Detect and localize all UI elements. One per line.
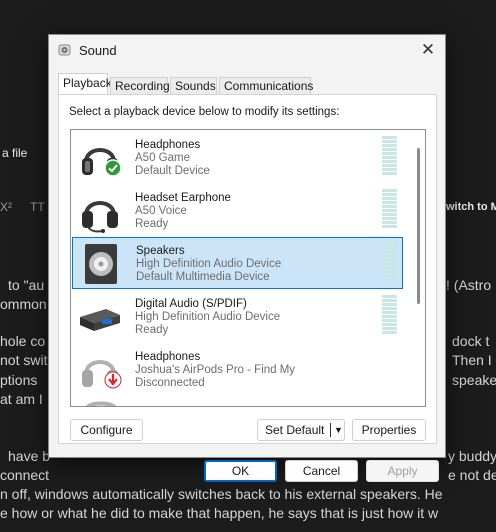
bg-text: at am I bbox=[0, 391, 43, 407]
default-check-icon bbox=[104, 159, 122, 177]
sound-dialog: Sound ✕ Playback Recording Sounds Commun… bbox=[48, 34, 446, 482]
apply-button[interactable]: Apply bbox=[366, 460, 439, 482]
headphones-icon bbox=[86, 401, 116, 406]
volume-meter bbox=[382, 295, 397, 337]
bg-text: speake bbox=[452, 372, 496, 388]
device-status: Default Device bbox=[135, 165, 210, 177]
bg-text: e how or what he did to make that happen… bbox=[0, 505, 439, 521]
configure-button[interactable]: Configure bbox=[70, 419, 143, 441]
headset-icon bbox=[82, 201, 118, 233]
chevron-down-icon[interactable]: ▼ bbox=[334, 420, 343, 440]
bg-text: ommon bbox=[0, 296, 47, 312]
bg-text: a file bbox=[2, 146, 28, 160]
dialog-title: Sound bbox=[79, 43, 117, 58]
list-scrollbar[interactable] bbox=[417, 148, 420, 304]
title-bar[interactable]: Sound ✕ bbox=[49, 35, 445, 65]
device-name: Speakers bbox=[136, 245, 185, 257]
sound-app-icon bbox=[58, 44, 71, 56]
set-default-split-button[interactable]: Set Default ▼ bbox=[257, 419, 345, 441]
bg-toolbar-icon: TT bbox=[30, 200, 45, 214]
split-divider bbox=[330, 423, 331, 437]
bg-text: to "au bbox=[8, 277, 45, 293]
bg-text: y buddy bbox=[448, 448, 496, 464]
device-status: Ready bbox=[135, 218, 169, 230]
bg-text: e not de bbox=[448, 467, 496, 483]
device-description: High Definition Audio Device bbox=[135, 311, 281, 323]
device-name: Headphones bbox=[135, 351, 201, 363]
tab-sounds[interactable]: Sounds bbox=[170, 77, 217, 95]
ok-button[interactable]: OK bbox=[204, 460, 277, 482]
device-status: Disconnected bbox=[135, 377, 205, 389]
tab-playback[interactable]: Playback bbox=[58, 73, 112, 95]
playback-panel: Select a playback device below to modify… bbox=[58, 94, 437, 444]
digital-audio-icon bbox=[80, 309, 120, 331]
bg-text: witch to M bbox=[446, 201, 496, 213]
bg-text: have b bbox=[8, 448, 51, 464]
device-list[interactable]: Headphones A50 Game Default Device Heads… bbox=[70, 129, 426, 407]
device-name: Headset Earphone bbox=[135, 192, 231, 204]
device-description: Joshua's AirPods Pro - Find My bbox=[135, 364, 296, 376]
device-name: Digital Audio (S/PDIF) bbox=[135, 298, 247, 310]
device-status: Default Multimedia Device bbox=[136, 271, 270, 283]
properties-button[interactable]: Properties bbox=[352, 419, 426, 441]
bg-text: not swit bbox=[0, 352, 48, 368]
device-item-speakers[interactable]: Speakers High Definition Audio Device De… bbox=[72, 237, 403, 289]
set-default-label: Set Default bbox=[265, 423, 325, 437]
cancel-button[interactable]: Cancel bbox=[285, 460, 358, 482]
device-item-headphones-a50[interactable]: Headphones A50 Game Default Device bbox=[72, 132, 403, 183]
speaker-icon bbox=[85, 244, 117, 284]
volume-meter bbox=[383, 242, 398, 284]
bg-text: n off, windows automatically switches ba… bbox=[0, 486, 443, 502]
disconnected-arrow-icon bbox=[104, 371, 122, 389]
device-description: High Definition Audio Device bbox=[136, 258, 282, 270]
device-description: A50 Voice bbox=[135, 205, 187, 217]
device-status: Ready bbox=[135, 324, 169, 336]
close-button[interactable]: ✕ bbox=[417, 40, 439, 60]
bg-text: ! (Astro bbox=[446, 277, 492, 293]
tab-recording[interactable]: Recording bbox=[110, 77, 170, 95]
device-item-airpods[interactable]: Headphones Joshua's AirPods Pro - Find M… bbox=[72, 344, 403, 395]
bg-text: connect bbox=[0, 467, 50, 483]
device-description: A50 Game bbox=[135, 152, 190, 164]
bg-toolbar-icon: X² bbox=[0, 200, 12, 214]
bg-text: dock t bbox=[452, 333, 490, 349]
device-name: Headphones bbox=[135, 139, 201, 151]
bg-text: ptions bbox=[0, 372, 38, 388]
bg-text: hole co bbox=[0, 333, 46, 349]
device-item-headset-earphone[interactable]: Headset Earphone A50 Voice Ready bbox=[72, 185, 403, 236]
bg-text: Then I bbox=[452, 352, 492, 368]
tab-communications[interactable]: Communications bbox=[219, 77, 313, 95]
volume-meter bbox=[382, 189, 397, 231]
volume-meter bbox=[382, 136, 397, 178]
device-item-digital-audio[interactable]: Digital Audio (S/PDIF) High Definition A… bbox=[72, 291, 403, 342]
instruction-text: Select a playback device below to modify… bbox=[69, 106, 340, 118]
